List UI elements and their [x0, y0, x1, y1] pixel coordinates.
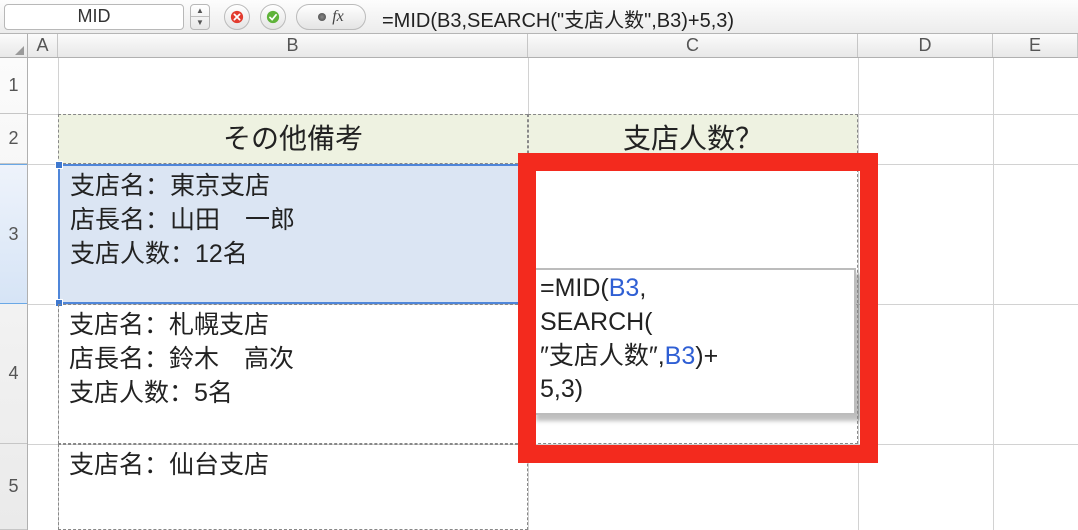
fx-dot-icon [318, 13, 326, 21]
row-header-1[interactable]: 1 [0, 58, 27, 114]
confirm-button[interactable] [260, 4, 286, 30]
col-header-a[interactable]: A [28, 34, 58, 57]
col-header-e[interactable]: E [993, 34, 1078, 57]
col-header-b[interactable]: B [58, 34, 528, 57]
name-box-stepper[interactable]: ▲ ▼ [190, 4, 210, 30]
confirm-icon [266, 10, 280, 24]
column-headers: A B C D E [0, 34, 1078, 58]
cell-c3-editor[interactable]: =MID(B3, SEARCH( ″支店人数″,B3)+ 5,3) [530, 268, 856, 415]
name-box[interactable]: MID [4, 4, 184, 30]
cell-grid[interactable]: その他備考 支店人数？ 支店名：東京支店 店長名：山田 一郎 支店人数：12名 … [28, 58, 1078, 530]
cell-b4[interactable]: 支店名：札幌支店 店長名：鈴木 高次 支店人数：5名 [58, 304, 528, 444]
selection-handle[interactable] [55, 161, 63, 169]
cancel-icon [230, 10, 244, 24]
row-header-2[interactable]: 2 [0, 114, 27, 164]
select-all-corner[interactable] [0, 34, 28, 57]
formula-input[interactable]: =MID(B3,SEARCH("支店人数",B3)+5,3) [376, 4, 1074, 30]
stepper-down-icon[interactable]: ▼ [191, 17, 209, 29]
col-header-d[interactable]: D [858, 34, 993, 57]
sheet: A B C D E 1 2 3 4 5 その他備考 支店人数？ [0, 34, 1078, 530]
row-header-4[interactable]: 4 [0, 304, 27, 444]
selection-handle[interactable] [524, 161, 532, 169]
row-header-3[interactable]: 3 [0, 164, 27, 304]
cell-b3[interactable]: 支店名：東京支店 店長名：山田 一郎 支店人数：12名 [58, 164, 528, 304]
row-headers: 1 2 3 4 5 [0, 58, 28, 530]
formula-toolbar: MID ▲ ▼ fx =MID(B3,SEARCH("支店人数",B3)+5,3… [0, 0, 1078, 34]
stepper-up-icon[interactable]: ▲ [191, 5, 209, 18]
fx-icon: fx [332, 8, 344, 26]
row-header-5[interactable]: 5 [0, 444, 27, 530]
cancel-button[interactable] [224, 4, 250, 30]
cell-b5[interactable]: 支店名：仙台支店 [58, 444, 528, 530]
col-header-c[interactable]: C [528, 34, 858, 57]
cell-b2[interactable]: その他備考 [58, 114, 528, 164]
cell-c2[interactable]: 支店人数？ [528, 114, 858, 164]
fx-button[interactable]: fx [296, 4, 366, 30]
